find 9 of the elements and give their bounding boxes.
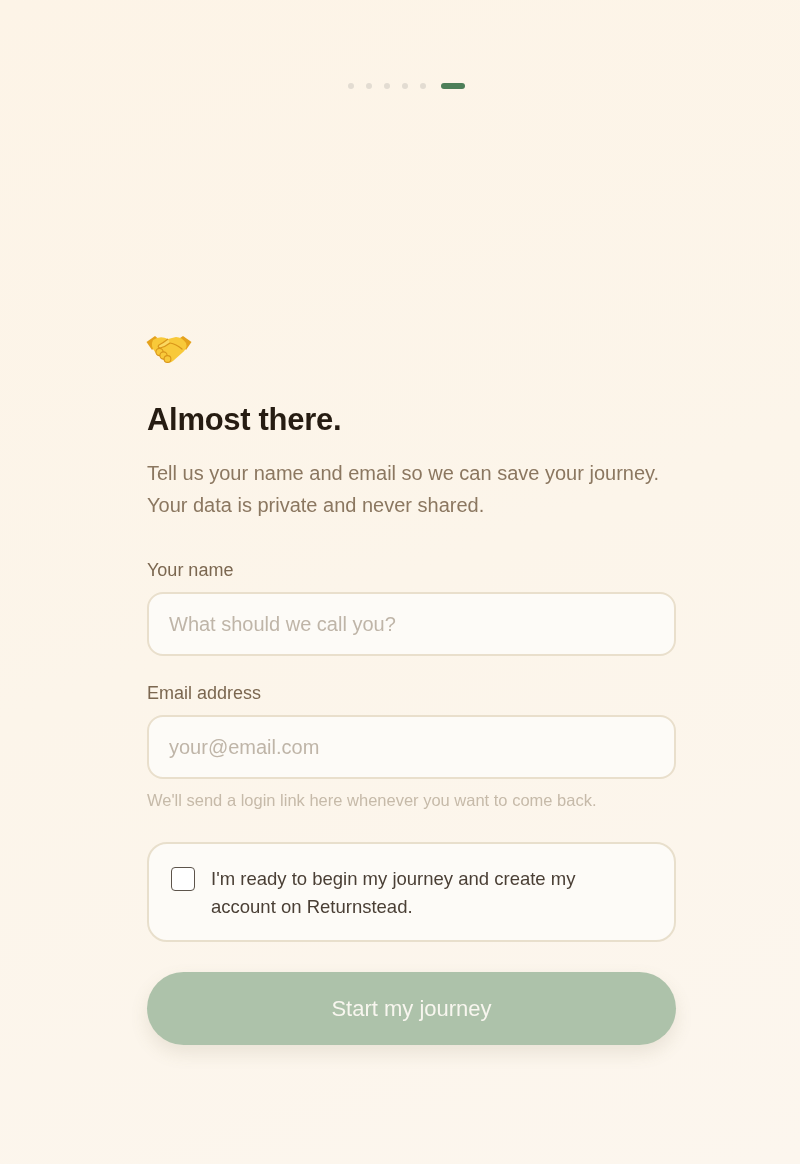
checkbox[interactable] bbox=[171, 867, 195, 891]
input-field[interactable]: your@email.com bbox=[147, 715, 676, 779]
subtitle: Tell us your name and email so we can save your journey. Your data is private and never shared. bbox=[147, 461, 661, 518]
field-hint: We'll send a login link here whenever you want to come back. bbox=[147, 790, 598, 810]
consent-text: I'm ready to begin my journey and create my account on Returnstead. bbox=[211, 867, 577, 919]
field-label: Email address bbox=[147, 682, 263, 704]
heading: Almost there. bbox=[147, 401, 343, 439]
field-label: Your name bbox=[147, 559, 235, 581]
input-field[interactable]: What should we call you? bbox=[147, 592, 676, 656]
